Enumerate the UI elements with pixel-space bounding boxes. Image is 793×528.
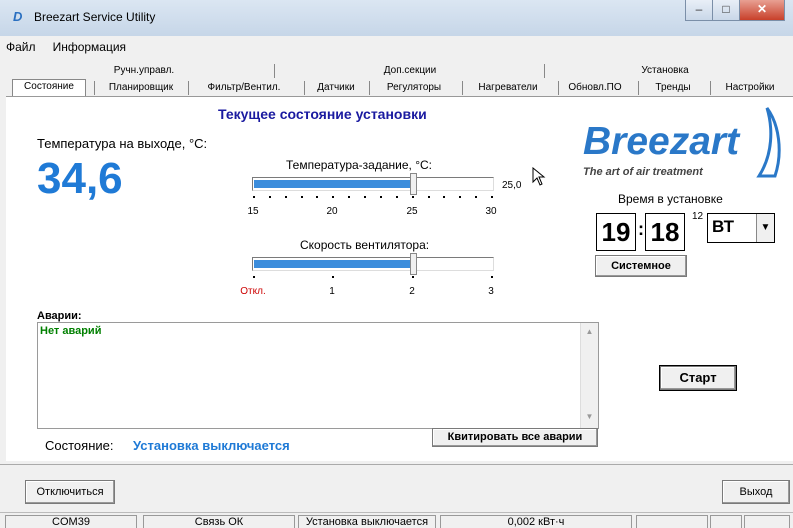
- tick-mark: [443, 196, 445, 198]
- minutes-display: 18: [645, 213, 685, 251]
- tab-row-bottom: Состояние Планировщик Фильтр/Вентил. Дат…: [6, 79, 793, 96]
- tick-mark: [380, 196, 382, 198]
- tick-mark: [491, 276, 493, 278]
- maximize-icon[interactable]: □: [712, 0, 740, 21]
- divider: [0, 464, 793, 465]
- status-empty-3: [744, 515, 790, 528]
- tab-filter-fan[interactable]: Фильтр/Вентил.: [188, 81, 299, 95]
- alarms-list[interactable]: Нет аварий ▲ ▼: [37, 322, 599, 429]
- sail-logo-icon: [756, 107, 781, 178]
- outlet-temp-label: Температура на выходе, °C:: [37, 136, 208, 151]
- tick-mark: [412, 196, 414, 198]
- state-label: Состояние:: [45, 438, 114, 453]
- fan-slider[interactable]: [252, 253, 494, 275]
- start-button[interactable]: Старт: [659, 365, 737, 391]
- window-title: Breezart Service Utility: [34, 10, 156, 24]
- tab-row-top: Ручн.управл. Доп.секции Установка: [6, 64, 793, 79]
- setpoint-value: 25,0: [502, 180, 522, 191]
- chevron-down-icon[interactable]: ▼: [756, 214, 774, 242]
- scroll-up-icon[interactable]: ▲: [581, 327, 598, 336]
- fan-label: Скорость вентилятора:: [300, 238, 430, 252]
- tick-mark: [332, 196, 334, 198]
- tick-mark: [412, 276, 414, 278]
- tab-heaters[interactable]: Нагреватели: [462, 81, 553, 95]
- weekday-select[interactable]: ВТ ▼: [707, 213, 775, 243]
- tick-mark: [396, 196, 398, 198]
- title-bar: D Breezart Service Utility – □ ✕: [0, 0, 793, 36]
- status-bar: COM39 Связь ОК Установка выключается 0,0…: [0, 512, 793, 528]
- ack-alarms-button[interactable]: Квитировать все аварии: [432, 428, 598, 447]
- tab-trends[interactable]: Тренды: [638, 81, 707, 95]
- time-label: Время в установке: [618, 192, 723, 206]
- alarm-text: Нет аварий: [40, 325, 102, 337]
- tick-label: 30: [485, 206, 497, 217]
- tab-manual[interactable]: Ручн.управл.: [94, 64, 194, 78]
- logo-tagline: The art of air treatment: [583, 166, 703, 178]
- tick-mark: [364, 196, 366, 198]
- tab-state[interactable]: Состояние: [12, 79, 86, 96]
- status-empty-2: [710, 515, 742, 528]
- page-title: Текущее состояние установки: [218, 106, 427, 122]
- status-state: Установка выключается: [298, 515, 436, 528]
- tick-label: 15: [247, 206, 259, 217]
- status-energy: 0,002 кВт·ч: [440, 515, 632, 528]
- tick-mark: [332, 276, 334, 278]
- tab-extra-sections[interactable]: Доп.секции: [274, 64, 545, 78]
- weekday-value: ВТ: [712, 217, 735, 236]
- tick-mark: [475, 196, 477, 198]
- tab-unit[interactable]: Установка: [544, 64, 785, 78]
- tab-settings[interactable]: Настройки: [710, 81, 789, 95]
- tab-sensors[interactable]: Датчики: [304, 81, 367, 95]
- tick-mark: [301, 196, 303, 198]
- seconds-display: 12: [692, 211, 704, 222]
- tick-mark: [459, 196, 461, 198]
- menu-info[interactable]: Информация: [53, 40, 126, 54]
- outlet-temp-value: 34,6: [37, 154, 123, 203]
- tick-label: 1: [329, 286, 335, 297]
- fan-thumb[interactable]: [410, 253, 417, 275]
- setpoint-thumb[interactable]: [410, 173, 417, 195]
- tick-mark: [285, 196, 287, 198]
- close-icon[interactable]: ✕: [739, 0, 785, 21]
- tick-label: 2: [409, 286, 415, 297]
- setpoint-fill: [254, 180, 413, 188]
- hours-display: 19: [596, 213, 636, 251]
- tick-mark: [491, 196, 493, 198]
- tab-firmware[interactable]: Обновл.ПО: [558, 81, 631, 95]
- setpoint-label: Температура-задание, °C:: [286, 158, 432, 172]
- tick-mark: [428, 196, 430, 198]
- minimize-icon[interactable]: –: [685, 0, 713, 21]
- mouse-cursor-icon: [532, 167, 546, 186]
- system-time-button[interactable]: Системное: [595, 255, 687, 277]
- fan-fill: [254, 260, 413, 268]
- tick-mark: [253, 196, 255, 198]
- alarms-scrollbar[interactable]: ▲ ▼: [580, 323, 598, 428]
- tick-mark: [316, 196, 318, 198]
- setpoint-slider[interactable]: [252, 173, 494, 195]
- alarms-label: Аварии:: [37, 310, 82, 322]
- state-value: Установка выключается: [133, 438, 290, 453]
- menu-file[interactable]: Файл: [6, 40, 36, 54]
- scroll-down-icon[interactable]: ▼: [581, 412, 598, 421]
- tick-label: 3: [488, 286, 494, 297]
- tick-label: Откл.: [240, 286, 266, 297]
- tab-regulators[interactable]: Регуляторы: [369, 81, 458, 95]
- menu-bar: Файл Информация: [0, 40, 793, 56]
- app-icon: D: [13, 9, 23, 24]
- status-connection: Связь ОК: [143, 515, 295, 528]
- disconnect-button[interactable]: Отключиться: [25, 480, 115, 504]
- tick-label: 25: [406, 206, 418, 217]
- tab-scheduler[interactable]: Планировщик: [94, 81, 187, 95]
- tick-label: 20: [326, 206, 338, 217]
- logo-text: Breezart: [583, 120, 740, 163]
- status-empty-1: [636, 515, 708, 528]
- tick-mark: [253, 276, 255, 278]
- status-port: COM39: [5, 515, 137, 528]
- tick-mark: [269, 196, 271, 198]
- time-colon: :: [638, 219, 644, 239]
- exit-button[interactable]: Выход: [722, 480, 790, 504]
- tick-mark: [348, 196, 350, 198]
